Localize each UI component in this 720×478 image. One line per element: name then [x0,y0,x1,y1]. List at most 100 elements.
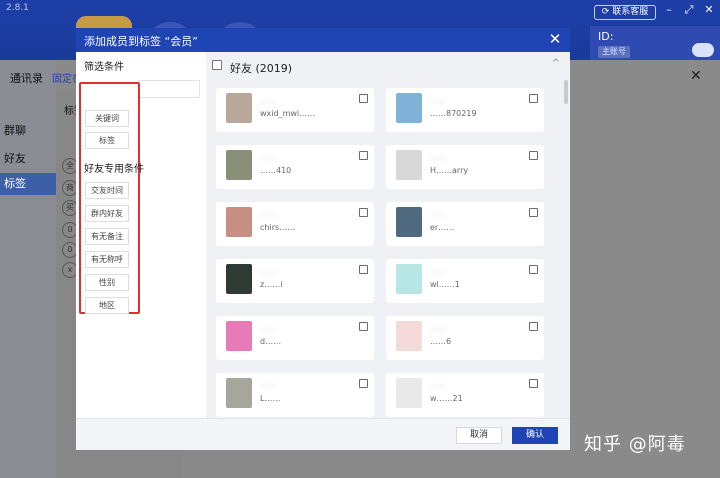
contact-checkbox[interactable] [529,94,538,103]
contact-name: …… [430,209,446,218]
contact-id: L…… [260,394,281,403]
panel-close-icon[interactable]: ✕ [690,68,702,84]
contact-card[interactable]: …… w……21 [386,373,544,417]
scrollbar[interactable] [564,80,568,104]
contact-id: chirs…… [260,223,296,232]
contact-id: ……870219 [430,109,477,118]
contact-id: H……arry [430,166,469,175]
contact-name: …… [430,266,446,275]
contact-checkbox[interactable] [529,208,538,217]
dialog-title: 添加成员到标签 “会员” [84,35,198,48]
contact-id: d…… [260,337,282,346]
contact-checkbox[interactable] [529,151,538,160]
maximize-button[interactable]: ⤢ [682,3,696,17]
avatar [226,378,252,408]
contact-checkbox[interactable] [529,265,538,274]
contact-checkbox[interactable] [529,379,538,388]
contact-card[interactable]: …… H……arry [386,145,544,189]
contact-card[interactable]: …… ……410 [216,145,374,189]
avatar [226,207,252,237]
main-account-badge: 主账号 [598,46,630,58]
contact-id: wxid_mwi…… [260,109,316,118]
cancel-button[interactable]: 取消 [456,427,502,444]
contact-checkbox[interactable] [359,151,368,160]
contact-card[interactable]: …… d…… [216,316,374,360]
group-label: 好友 (2019) [230,62,293,75]
dialog-header: 添加成员到标签 “会员” ✕ [76,28,570,52]
group-header[interactable]: 好友 (2019) ^ [206,52,570,78]
avatar [396,93,422,123]
dialog-close-button[interactable]: ✕ [546,30,564,48]
contact-checkbox[interactable] [359,208,368,217]
customer-service-label: 联系客服 [612,7,649,17]
contact-card[interactable]: …… L…… [216,373,374,417]
contact-id: wl……1 [430,280,460,289]
contact-id: ……6 [430,337,452,346]
contact-name: …… [430,95,446,104]
tag-filter-button[interactable]: 标签 [85,132,129,149]
contact-name: …… [260,95,276,104]
sidebar-item-group-chat[interactable]: 群聊 [4,122,26,138]
region-button[interactable]: 地区 [85,297,129,314]
account-id-label: ID: [598,30,614,43]
contact-card[interactable]: …… ……6 [386,316,544,360]
right-panel [570,60,720,478]
cloud-icon [692,43,714,57]
contact-list: 好友 (2019) ^ …… wxid_mwi…… …… ……870219 …… ……41… [206,52,570,418]
filter-panel: 筛选条件 关键词 标签 好友专用条件 交友时间 群内好友 有无备注 有无称呼 性… [76,52,206,418]
contact-card[interactable]: …… wxid_mwi…… [216,88,374,132]
contact-name: …… [260,380,276,389]
contact-name: …… [260,323,276,332]
friend-time-button[interactable]: 交友时间 [85,182,129,199]
contact-checkbox[interactable] [359,379,368,388]
avatar [226,321,252,351]
contact-card[interactable]: …… er…… [386,202,544,246]
close-app-button[interactable]: ✕ [702,3,716,17]
contact-name: …… [260,152,276,161]
filter-title: 筛选条件 [84,62,124,73]
remark-button[interactable]: 有无备注 [85,228,129,245]
contact-card[interactable]: …… z……i [216,259,374,303]
watermark: 知乎 @阿毒 [584,434,686,455]
contact-name: …… [430,323,446,332]
avatar [226,150,252,180]
contact-checkbox[interactable] [359,322,368,331]
contact-name: …… [430,380,446,389]
keyword-input[interactable] [138,80,200,98]
contact-card[interactable]: …… wl……1 [386,259,544,303]
dialog-footer: 取消 确认 [76,418,570,450]
gender-button[interactable]: 性别 [85,274,129,291]
group-friend-button[interactable]: 群内好友 [85,205,129,222]
account-panel: ID: 主账号 [590,26,720,60]
contact-card[interactable]: …… ……870219 [386,88,544,132]
app-version: 2.8.1 [6,3,29,13]
confirm-button[interactable]: 确认 [512,427,558,444]
friend-filter-title: 好友专用条件 [84,164,144,175]
contact-card[interactable]: …… chirs…… [216,202,374,246]
customer-service-button[interactable]: ⟳ 联系客服 [594,5,656,20]
contact-checkbox[interactable] [529,322,538,331]
contact-checkbox[interactable] [359,265,368,274]
contact-id: z……i [260,280,283,289]
contact-name: …… [260,209,276,218]
avatar [396,378,422,408]
minimize-button[interactable]: – [662,3,676,17]
contact-id: er…… [430,223,455,232]
sidebar-item-tags[interactable]: 标签 [0,173,56,195]
nickname-button[interactable]: 有无称呼 [85,251,129,268]
avatar [396,150,422,180]
keyword-filter-button[interactable]: 关键词 [85,110,129,127]
avatar [396,264,422,294]
chevron-up-icon[interactable]: ^ [552,58,560,69]
contact-name: …… [260,266,276,275]
select-all-checkbox[interactable] [212,60,222,70]
avatar [396,207,422,237]
contact-checkbox[interactable] [359,94,368,103]
avatar [226,264,252,294]
avatar [226,93,252,123]
contact-id: ……410 [260,166,292,175]
contact-name: …… [430,152,446,161]
add-members-dialog: 添加成员到标签 “会员” ✕ 筛选条件 关键词 标签 好友专用条件 交友时间 群… [76,28,570,450]
contact-id: w……21 [430,394,463,403]
sidebar-item-friends[interactable]: 好友 [4,150,26,166]
